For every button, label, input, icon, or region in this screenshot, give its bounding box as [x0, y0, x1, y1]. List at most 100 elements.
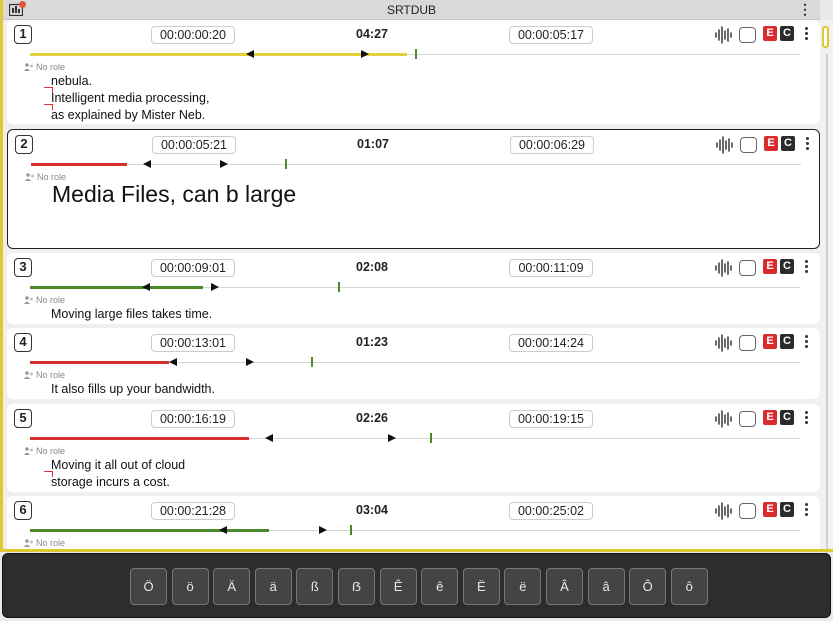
comment-badge-button[interactable]: C: [780, 259, 794, 274]
scrollbar[interactable]: [820, 20, 833, 564]
subtitle-text[interactable]: Moving it all out of cloud storage incurs…: [44, 457, 185, 491]
comment-badge-button[interactable]: C: [781, 136, 795, 151]
cue-menu-button[interactable]: [804, 260, 810, 276]
timing-track[interactable]: [30, 433, 800, 444]
character-key[interactable]: Â: [546, 568, 583, 605]
cue-list[interactable]: 1 00:00:00:20 04:27 00:00:05:17 E C No r…: [0, 20, 820, 550]
scrollbar-thumb[interactable]: [822, 26, 829, 48]
character-key[interactable]: ä: [254, 568, 292, 605]
edit-badge-button[interactable]: E: [764, 136, 778, 151]
timing-track[interactable]: [31, 159, 801, 170]
cue-checkbox[interactable]: [739, 260, 756, 276]
cue-menu-button[interactable]: [804, 411, 810, 427]
cue-row[interactable]: 3 00:00:09:01 02:08 00:00:11:09 E C No r…: [7, 253, 820, 324]
subtitle-text[interactable]: Media Files, can b large: [52, 180, 296, 208]
cue-menu-button[interactable]: [804, 335, 810, 351]
end-timecode[interactable]: 00:00:06:29: [510, 136, 594, 154]
character-key[interactable]: Ô: [629, 568, 667, 605]
end-timecode[interactable]: 00:00:05:17: [509, 26, 593, 44]
trim-end-handle[interactable]: [210, 283, 219, 291]
cue-number[interactable]: 6: [14, 501, 32, 520]
subtitle-text[interactable]: nebula. Intelligent media processing, as e…: [44, 73, 209, 124]
end-timecode[interactable]: 00:00:25:02: [509, 502, 593, 520]
edit-badge-button[interactable]: E: [763, 334, 777, 349]
comment-badge-button[interactable]: C: [780, 410, 794, 425]
trim-start-handle[interactable]: [245, 50, 254, 58]
timing-track[interactable]: [30, 525, 800, 536]
trim-end-handle[interactable]: [388, 434, 397, 442]
timing-track[interactable]: [30, 282, 800, 293]
trim-start-handle[interactable]: [264, 434, 273, 442]
start-timecode[interactable]: 00:00:09:01: [151, 259, 235, 277]
start-timecode[interactable]: 00:00:21:28: [151, 502, 235, 520]
character-key[interactable]: Ö: [130, 568, 167, 605]
role-label[interactable]: No role: [24, 538, 65, 548]
edit-badge-button[interactable]: E: [763, 26, 777, 41]
cue-number[interactable]: 5: [14, 409, 32, 428]
trim-end-handle[interactable]: [361, 50, 370, 58]
waveform-icon[interactable]: [714, 26, 732, 44]
character-key[interactable]: ê: [421, 568, 459, 605]
cue-checkbox[interactable]: [739, 503, 756, 519]
cue-checkbox[interactable]: [739, 27, 756, 43]
character-key[interactable]: ß: [296, 568, 334, 605]
comment-badge-button[interactable]: C: [780, 334, 794, 349]
start-timecode[interactable]: 00:00:13:01: [151, 334, 235, 352]
cue-number[interactable]: 4: [14, 333, 32, 352]
end-timecode[interactable]: 00:00:11:09: [509, 259, 593, 277]
subtitle-text[interactable]: Moving large files takes time.: [51, 306, 212, 323]
role-label[interactable]: No role: [24, 62, 65, 72]
end-timecode[interactable]: 00:00:19:15: [509, 410, 593, 428]
character-key[interactable]: Ê: [379, 568, 417, 605]
cue-menu-button[interactable]: [804, 503, 810, 519]
waveform-icon[interactable]: [715, 136, 733, 154]
waveform-icon[interactable]: [714, 334, 732, 352]
cue-number[interactable]: 3: [14, 258, 32, 277]
edit-badge-button[interactable]: E: [763, 259, 777, 274]
role-label[interactable]: No role: [24, 295, 65, 305]
character-key[interactable]: ö: [171, 568, 209, 605]
edit-badge-button[interactable]: E: [763, 410, 777, 425]
cue-menu-button[interactable]: [805, 137, 811, 153]
cue-menu-button[interactable]: [804, 27, 810, 43]
trim-end-handle[interactable]: [219, 160, 228, 168]
trim-end-handle[interactable]: [245, 358, 254, 366]
cue-number[interactable]: 2: [15, 135, 33, 154]
start-timecode[interactable]: 00:00:16:19: [151, 410, 235, 428]
character-key[interactable]: ô: [670, 568, 708, 605]
cue-checkbox[interactable]: [739, 411, 756, 427]
comment-badge-button[interactable]: C: [780, 502, 794, 517]
cue-row[interactable]: 4 00:00:13:01 01:23 00:00:14:24 E C No r…: [7, 328, 820, 399]
character-key[interactable]: Ë: [462, 568, 500, 605]
cue-number[interactable]: 1: [14, 25, 32, 44]
cue-row[interactable]: 1 00:00:00:20 04:27 00:00:05:17 E C No r…: [7, 20, 820, 124]
start-timecode[interactable]: 00:00:00:20: [151, 26, 235, 44]
start-timecode[interactable]: 00:00:05:21: [152, 136, 236, 154]
timing-track[interactable]: [30, 357, 800, 368]
role-label[interactable]: No role: [24, 446, 65, 456]
character-key[interactable]: ë: [504, 568, 542, 605]
trim-start-handle[interactable]: [218, 526, 227, 534]
timing-track[interactable]: [30, 49, 800, 60]
cue-row[interactable]: 5 00:00:16:19 02:26 00:00:19:15 E C No r…: [7, 404, 820, 492]
end-timecode[interactable]: 00:00:14:24: [509, 334, 593, 352]
trim-start-handle[interactable]: [142, 160, 151, 168]
app-menu-button[interactable]: ⋮: [798, 2, 812, 16]
cue-row[interactable]: 2 00:00:05:21 01:07 00:00:06:29 E C No r…: [7, 129, 820, 249]
trim-end-handle[interactable]: [318, 526, 327, 534]
trim-start-handle[interactable]: [168, 358, 177, 366]
cue-row[interactable]: 6 00:00:21:28 03:04 00:00:25:02 E C No r…: [7, 496, 820, 550]
edit-badge-button[interactable]: E: [763, 502, 777, 517]
waveform-icon[interactable]: [714, 259, 732, 277]
cue-checkbox[interactable]: [740, 137, 757, 153]
role-label[interactable]: No role: [24, 370, 65, 380]
character-key[interactable]: ẞ: [338, 568, 375, 605]
comment-badge-button[interactable]: C: [780, 26, 794, 41]
subtitle-text[interactable]: It also fills up your bandwidth.: [51, 381, 215, 398]
cue-checkbox[interactable]: [739, 335, 756, 351]
waveform-icon[interactable]: [714, 410, 732, 428]
trim-start-handle[interactable]: [141, 283, 150, 291]
character-key[interactable]: â: [587, 568, 625, 605]
waveform-icon[interactable]: [714, 502, 732, 520]
character-key[interactable]: Ä: [213, 568, 251, 605]
